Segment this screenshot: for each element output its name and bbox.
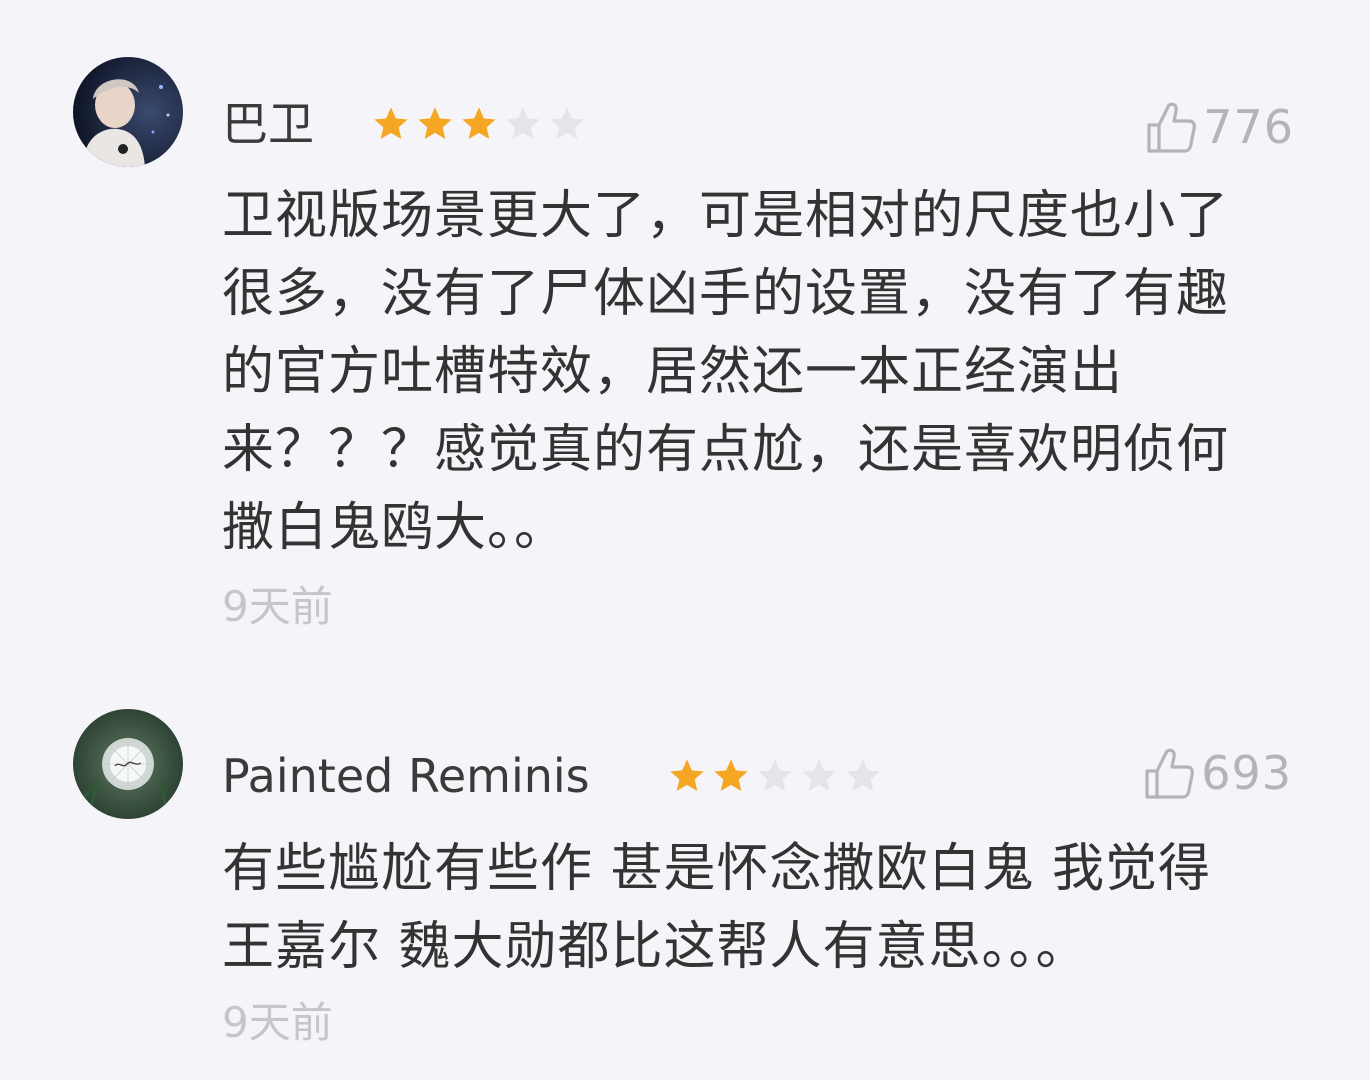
comment-text: 卫视版场景更大了，可是相对的尺度也小了 很多，没有了尸体凶手的设置，没有了有趣 …: [222, 177, 1292, 567]
like-count: 693: [1201, 746, 1292, 800]
star-icon: [670, 759, 704, 791]
star-icon: [374, 107, 408, 139]
rating-stars: [667, 756, 887, 796]
dandelion-avatar-icon: [73, 709, 183, 819]
comment-time: 9天前: [222, 998, 333, 1047]
comment-item: 巴卫 776 卫视版场景更大了，可是相对的尺度也小了 很多，没有了尸体凶手的设置…: [0, 0, 1370, 680]
star-icon: [714, 759, 748, 791]
star-empty-icon: [802, 759, 836, 791]
star-icon: [418, 107, 452, 139]
thumbs-up-icon: [1147, 102, 1197, 153]
comment-text-line: 卫视版场景更大了，可是相对的尺度也小了: [222, 186, 1230, 246]
like-button[interactable]: 776: [1145, 99, 1294, 155]
comment-text: 有些尴尬有些作 甚是怀念撒欧白鬼 我觉得 王嘉尔 魏大勋都比这帮人有意思。。。: [222, 830, 1292, 986]
rating-stars: [371, 104, 591, 144]
comment-time: 9天前: [222, 582, 333, 631]
like-button[interactable]: 693: [1143, 745, 1292, 801]
star-empty-icon: [846, 759, 880, 791]
username[interactable]: Painted Reminis: [222, 748, 590, 804]
avatar[interactable]: [73, 57, 183, 167]
comment-text-line: 的官方吐槽特效，居然还一本正经演出: [222, 342, 1124, 402]
star-icon: [462, 107, 496, 139]
comment-item: Painted Reminis 693 有些尴尬有些作 甚是怀念撒欧白鬼 我觉得…: [0, 680, 1370, 1080]
comment-text-line: 王嘉尔 魏大勋都比这帮人有意思。。。: [222, 917, 1089, 977]
comment-text-line: 很多，没有了尸体凶手的设置，没有了有趣: [222, 264, 1230, 324]
star-empty-icon: [506, 107, 540, 139]
comment-text-line: 撒白鬼鸥大。。: [222, 498, 568, 558]
star-empty-icon: [550, 107, 584, 139]
like-count: 776: [1203, 100, 1294, 154]
comment-text-line: 来？？？感觉真的有点尬，还是喜欢明侦何: [222, 420, 1230, 480]
avatar-photo-icon: [73, 57, 183, 167]
username[interactable]: 巴卫: [222, 96, 314, 152]
comment-text-line: 有些尴尬有些作 甚是怀念撒欧白鬼 我觉得: [222, 839, 1212, 899]
avatar[interactable]: [73, 709, 183, 819]
thumbs-up-icon: [1145, 748, 1195, 799]
star-empty-icon: [758, 759, 792, 791]
